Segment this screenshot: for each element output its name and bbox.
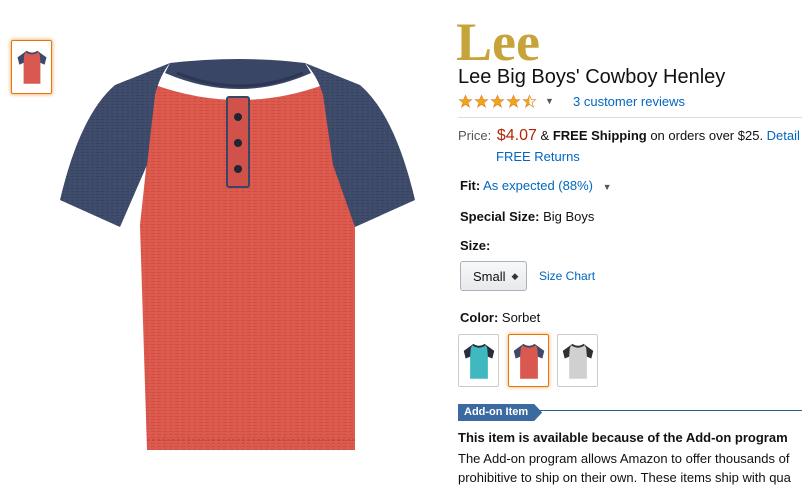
shirt-swatch-image	[562, 343, 593, 379]
rating-stars[interactable]: ▼	[458, 92, 554, 110]
product-thumbnail[interactable]	[11, 40, 52, 94]
fit-label: Fit:	[460, 178, 481, 193]
size-selected-value: Small	[473, 268, 506, 284]
chevron-down-icon[interactable]: ▼	[545, 96, 554, 106]
color-label: Color:	[460, 310, 499, 325]
shirt-thumbnail-image	[17, 50, 46, 84]
size-dropdown[interactable]: Small ◆	[460, 261, 527, 291]
addon-body: The Add-on program allows Amazon to offe…	[458, 449, 802, 487]
price-connector: &	[536, 128, 553, 143]
stars-group	[458, 93, 537, 109]
color-value: Sorbet	[501, 310, 541, 325]
addon-body-line: prohibitive to ship on their own. These …	[458, 470, 791, 485]
chevron-down-icon[interactable]: ▼	[603, 182, 612, 192]
brand-logo-text: Lee	[456, 12, 540, 66]
addon-divider	[535, 410, 802, 411]
size-chart-link[interactable]: Size Chart	[539, 269, 595, 283]
price-row: Price: $4.07 & FREE Shipping on orders o…	[458, 127, 800, 145]
star-full-icon	[458, 93, 473, 108]
free-returns-link[interactable]: FREE Returns	[496, 149, 580, 164]
special-size-row: Special Size: Big Boys	[460, 209, 594, 224]
color-row: Color: Sorbet	[460, 310, 540, 325]
shipping-details-link[interactable]: Detail	[767, 128, 800, 143]
star-full-icon	[474, 93, 489, 108]
star-full-icon	[506, 93, 521, 108]
product-title: Lee Big Boys' Cowboy Henley	[458, 66, 726, 88]
fit-value-link[interactable]: As expected (88%)	[483, 178, 593, 193]
special-size-value: Big Boys	[543, 209, 595, 224]
updown-arrows-icon: ◆	[511, 270, 519, 281]
color-swatch-heather-grey[interactable]	[557, 334, 598, 387]
size-label: Size:	[460, 238, 491, 253]
divider	[458, 117, 802, 118]
price-label: Price:	[458, 128, 492, 143]
free-shipping-text: FREE Shipping	[552, 128, 647, 143]
price-amount: $4.07	[496, 127, 537, 144]
special-size-label: Special Size:	[460, 209, 540, 224]
fit-row: Fit: As expected (88%) ▼	[460, 178, 612, 193]
customer-reviews-link[interactable]: 3 customer reviews	[573, 94, 685, 109]
brand-logo: Lee	[456, 12, 540, 66]
addon-badge: Add-on Item	[458, 404, 542, 421]
addon-body-line: The Add-on program allows Amazon to offe…	[458, 451, 790, 466]
shirt-swatch-image	[513, 343, 544, 379]
main-product-image	[60, 59, 415, 450]
color-swatch-sorbet[interactable]	[508, 334, 549, 387]
color-swatch-turquoise[interactable]	[458, 334, 499, 387]
star-half-icon	[522, 93, 537, 108]
shirt-swatch-image	[463, 343, 494, 379]
addon-heading: This item is available because of the Ad…	[458, 430, 788, 445]
star-full-icon	[490, 93, 505, 108]
shipping-condition-text: on orders over $25.	[646, 128, 767, 143]
